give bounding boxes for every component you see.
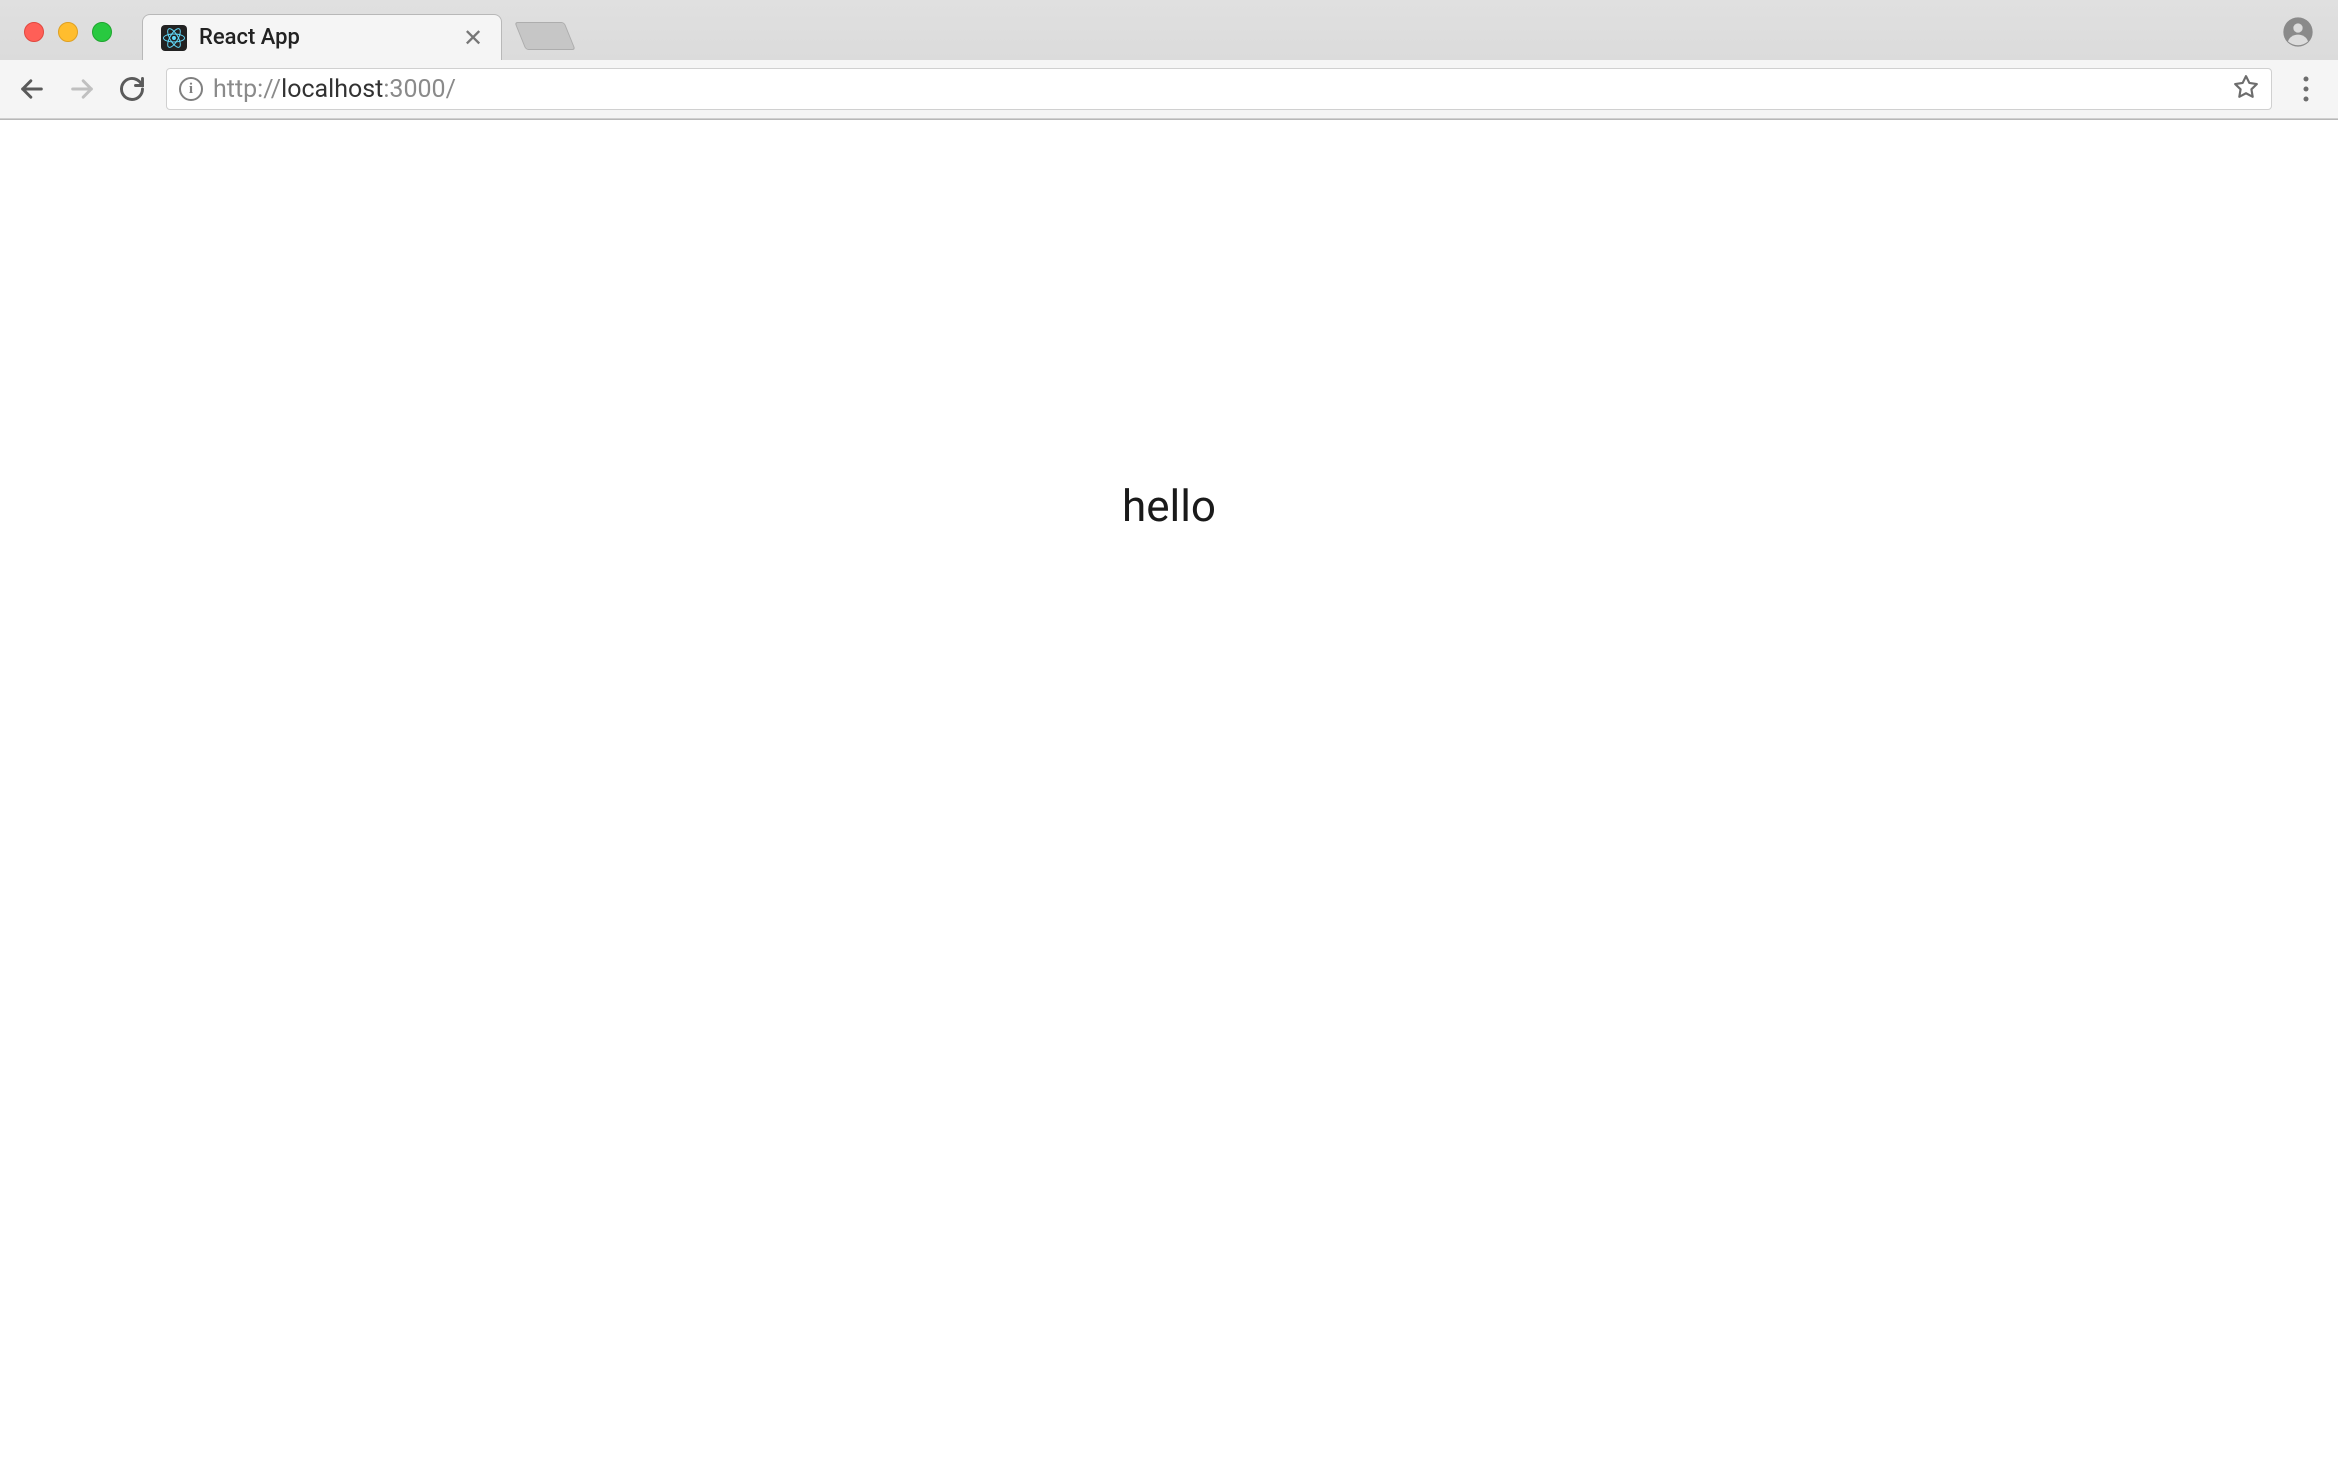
tab-title: React App [199, 25, 451, 50]
profile-icon[interactable] [2282, 16, 2314, 52]
browser-chrome: React App ✕ [0, 0, 2338, 120]
url-port-path: :3000/ [383, 75, 456, 104]
reload-button[interactable] [116, 73, 148, 105]
back-button[interactable] [16, 73, 48, 105]
tab-bar: React App ✕ [0, 0, 2338, 60]
window-maximize-button[interactable] [92, 22, 112, 42]
site-info-icon[interactable]: i [179, 77, 203, 101]
tab-close-icon[interactable]: ✕ [463, 24, 483, 52]
browser-toolbar: i http://localhost:3000/ [0, 60, 2338, 119]
react-favicon-icon [161, 25, 187, 51]
new-tab-button[interactable] [514, 22, 575, 50]
window-close-button[interactable] [24, 22, 44, 42]
window-minimize-button[interactable] [58, 22, 78, 42]
browser-menu-icon[interactable] [2290, 76, 2322, 102]
url-text: http://localhost:3000/ [213, 75, 2223, 104]
window-controls [14, 22, 142, 60]
bookmark-star-icon[interactable] [2233, 74, 2259, 104]
url-protocol: http:// [213, 75, 281, 104]
forward-button[interactable] [66, 73, 98, 105]
page-text: hello [1122, 480, 1216, 532]
url-host: localhost [281, 75, 383, 104]
page-content: hello [0, 120, 2338, 1466]
address-bar[interactable]: i http://localhost:3000/ [166, 68, 2272, 110]
browser-tab[interactable]: React App ✕ [142, 14, 502, 60]
